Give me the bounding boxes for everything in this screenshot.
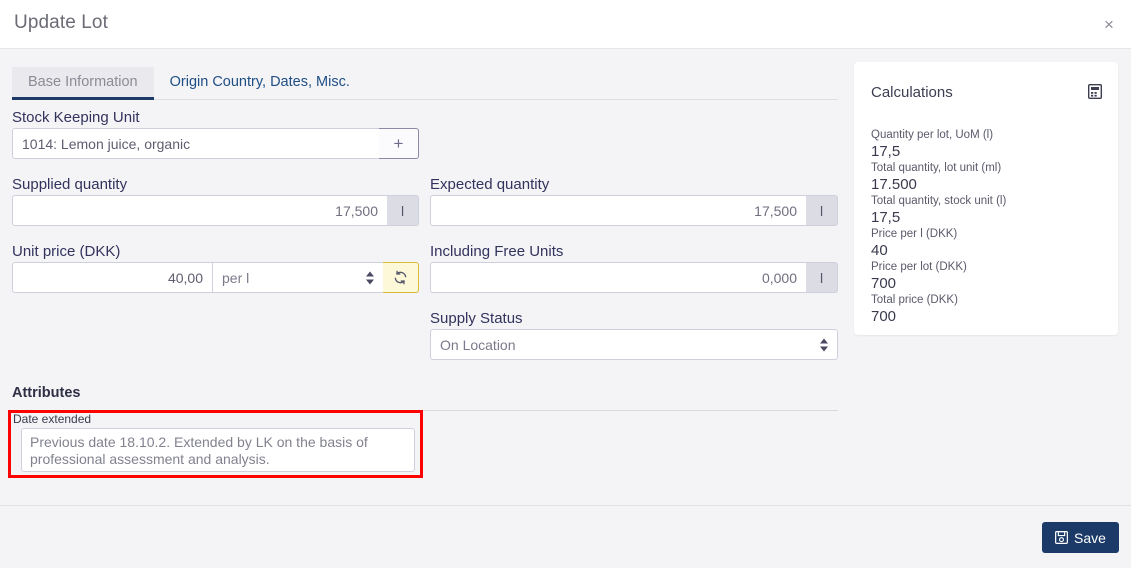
- expected-quantity-unit: l: [806, 195, 838, 226]
- calc-value: 700: [871, 275, 897, 292]
- label-unit-price: Unit price (DKK): [12, 243, 121, 260]
- calculations-list: Quantity per lot, UoM (l) 17,5 Total qua…: [871, 128, 1106, 326]
- calc-value: 700: [871, 308, 897, 325]
- calc-value: 17,5: [871, 143, 901, 160]
- calculations-title: Calculations: [871, 84, 953, 101]
- supplied-quantity-input[interactable]: [12, 195, 387, 226]
- save-button-label: Save: [1074, 529, 1106, 546]
- label-supplied-quantity: Supplied quantity: [12, 176, 128, 193]
- refresh-price-button[interactable]: [383, 262, 419, 293]
- add-sku-button[interactable]: +: [379, 128, 419, 159]
- supply-status-select[interactable]: On Location: [431, 330, 837, 359]
- calculations-card: Calculations Quantity per lot, UoM (l) 1…: [854, 62, 1118, 335]
- tab-bar: Base Information Origin Country, Dates, …: [12, 67, 838, 100]
- page-title: Update Lot: [14, 12, 108, 33]
- expected-quantity-input[interactable]: [430, 195, 806, 226]
- supplied-quantity-unit: l: [387, 195, 419, 226]
- date-extended-textarea[interactable]: [21, 428, 415, 472]
- calc-key: Total price (DKK): [871, 294, 958, 306]
- attributes-heading: Attributes: [12, 385, 81, 401]
- unit-price-per-unit-select-wrap: per l: [212, 262, 383, 293]
- stock-keeping-unit-input[interactable]: [12, 128, 379, 159]
- unit-price-per-unit-select[interactable]: per l: [213, 263, 383, 292]
- close-icon[interactable]: ×: [1097, 12, 1121, 36]
- label-expected-quantity: Expected quantity: [430, 176, 550, 193]
- expected-quantity-row: l: [430, 195, 838, 226]
- calc-key: Price per lot (DKK): [871, 261, 967, 273]
- refresh-icon: [394, 270, 407, 285]
- label-stock-keeping-unit: Stock Keeping Unit: [12, 109, 140, 126]
- label-date-extended: Date extended: [13, 412, 98, 426]
- calc-key: Total quantity, stock unit (l): [871, 195, 1007, 207]
- stock-keeping-unit-row: +: [12, 128, 419, 159]
- including-free-units-input[interactable]: [430, 262, 806, 293]
- calculator-icon: [1087, 83, 1103, 104]
- save-disk-icon: [1055, 531, 1068, 544]
- calc-value: 17,5: [871, 209, 901, 226]
- including-free-units-unit: l: [806, 262, 838, 293]
- dialog-titlebar: Update Lot ×: [0, 0, 1131, 49]
- including-free-units-row: l: [430, 262, 838, 293]
- tab-origin-country-dates-misc[interactable]: Origin Country, Dates, Misc.: [154, 67, 366, 99]
- calculator-glyph: [1087, 83, 1103, 100]
- tab-base-information[interactable]: Base Information: [12, 67, 154, 100]
- label-supply-status: Supply Status: [430, 310, 523, 327]
- calc-value: 17.500: [871, 176, 917, 193]
- unit-price-input[interactable]: [12, 262, 212, 293]
- supplied-quantity-row: l: [12, 195, 419, 226]
- attributes-divider: [12, 410, 838, 411]
- supply-status-select-wrap: On Location: [430, 329, 838, 360]
- calc-key: Quantity per lot, UoM (l): [871, 129, 994, 141]
- calc-value: 40: [871, 242, 888, 259]
- calc-key: Price per l (DKK): [871, 228, 958, 240]
- unit-price-row: per l: [12, 262, 419, 293]
- label-including-free-units: Including Free Units: [430, 243, 564, 260]
- calc-key: Total quantity, lot unit (ml): [871, 162, 1002, 174]
- save-button[interactable]: Save: [1042, 522, 1119, 553]
- footer-divider: [0, 505, 1131, 506]
